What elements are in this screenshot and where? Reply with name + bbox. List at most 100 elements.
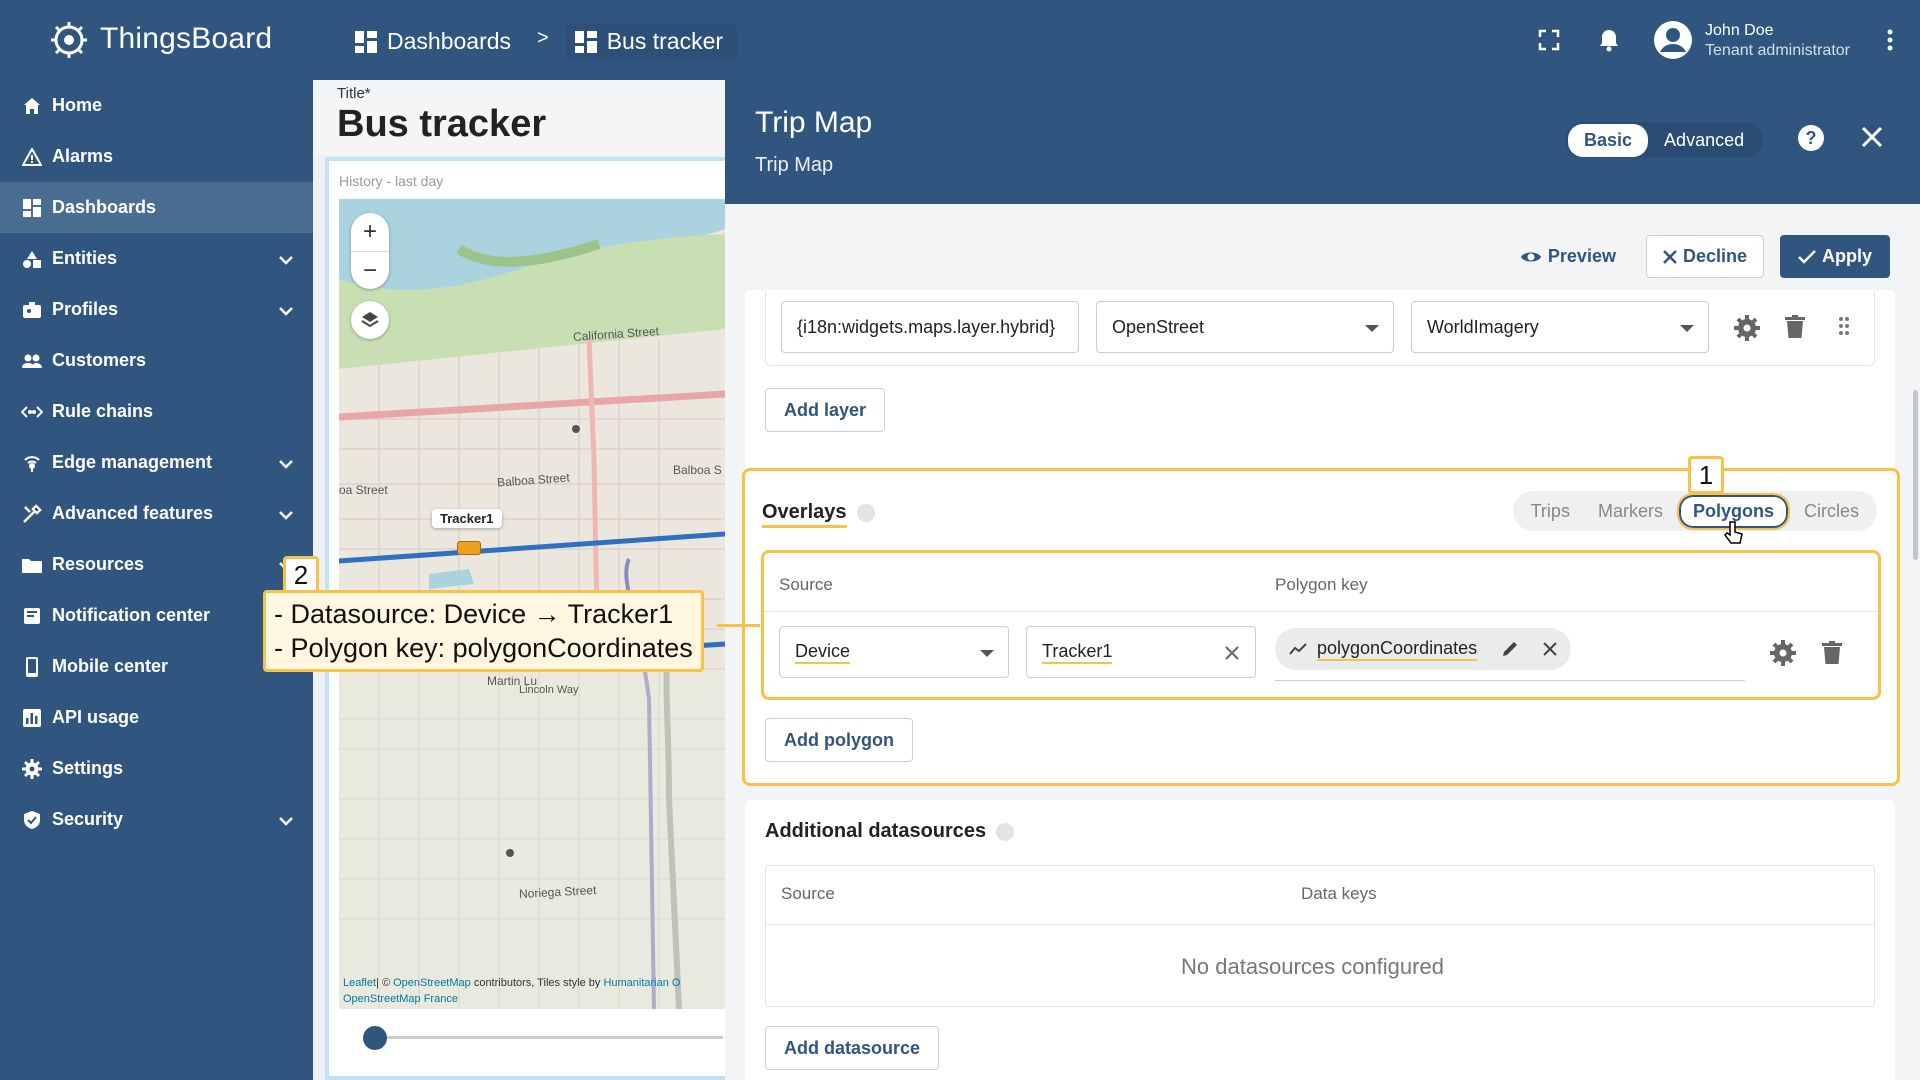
chevron-down-icon[interactable]: [279, 810, 293, 831]
tab-markers[interactable]: Markers: [1584, 495, 1677, 528]
attribution-hum-link[interactable]: Humanitarian O: [603, 977, 680, 989]
breadcrumb: Dashboards > Bus tracker: [355, 24, 738, 59]
close-icon[interactable]: [1861, 126, 1883, 153]
timeline-slider-thumb[interactable]: [363, 1026, 387, 1050]
layer-type-value: WorldImagery: [1427, 316, 1539, 337]
layers-icon[interactable]: [351, 301, 389, 339]
sidebar-item-api-usage[interactable]: API usage: [0, 692, 313, 743]
street-label: oa Street: [339, 483, 388, 497]
shield-icon: [21, 809, 43, 831]
chevron-down-icon[interactable]: [279, 453, 293, 474]
people-icon: [21, 350, 43, 372]
clear-icon[interactable]: [1225, 646, 1239, 660]
account-icon: [1654, 21, 1693, 59]
column-polygon-key: Polygon key: [1275, 575, 1368, 594]
mode-basic-button[interactable]: Basic: [1568, 123, 1649, 157]
decline-button[interactable]: Decline: [1645, 235, 1764, 278]
delete-icon[interactable]: [1822, 641, 1842, 670]
dashboard-preview: Title* Bus tracker History - last day + …: [313, 80, 725, 1080]
preview-button[interactable]: Preview: [1506, 236, 1630, 277]
remove-icon[interactable]: [1543, 642, 1557, 656]
sidebar-item-customers[interactable]: Customers: [0, 335, 313, 386]
tab-trips[interactable]: Trips: [1517, 495, 1584, 528]
overlays-title-text: Overlays: [762, 501, 847, 528]
code-icon: [21, 401, 43, 423]
polygon-key-chip[interactable]: polygonCoordinates: [1275, 628, 1572, 670]
help-icon[interactable]: ?: [1797, 124, 1825, 157]
sidebar-item-alarms[interactable]: Alarms: [0, 131, 313, 182]
info-icon[interactable]: [856, 503, 875, 522]
dashboard-title: Bus tracker: [337, 103, 547, 145]
mode-advanced-button[interactable]: Advanced: [1648, 124, 1760, 157]
sidebar-item-label: Customers: [52, 350, 147, 370]
fullscreen-icon[interactable]: [1519, 10, 1579, 70]
sidebar-item-rule-chains[interactable]: Rule chains: [0, 386, 313, 437]
timeseries-icon: [1289, 643, 1307, 655]
tab-circles[interactable]: Circles: [1790, 495, 1873, 528]
scrollbar[interactable]: [1913, 390, 1918, 560]
phone-icon: [21, 656, 43, 678]
gear-icon[interactable]: [1734, 315, 1760, 346]
sidebar-item-profiles[interactable]: Profiles: [0, 284, 313, 335]
additional-datasources-title-text: Additional datasources: [765, 820, 987, 842]
delete-icon[interactable]: [1785, 315, 1805, 344]
zoom-out-icon[interactable]: −: [351, 251, 389, 289]
cursor-pointer-icon: [1724, 521, 1743, 544]
attribution-osm-link[interactable]: OpenStreetMap: [393, 977, 471, 989]
sidebar-item-advanced-features[interactable]: Advanced features: [0, 488, 313, 539]
step-badge-1: 1: [1688, 456, 1724, 494]
sidebar-item-label: Advanced features: [52, 503, 214, 523]
sidebar-item-label: Security: [52, 809, 124, 829]
close-icon: [1663, 249, 1677, 264]
sidebar-item-label: Edge management: [52, 452, 213, 472]
dashboard-icon: [355, 30, 377, 53]
zoom-in-icon[interactable]: +: [351, 213, 389, 251]
dashboard-title-field[interactable]: Title* Bus tracker: [313, 80, 725, 155]
layer-label-input[interactable]: {i18n:widgets.maps.layer.hybrid}: [781, 301, 1079, 353]
source-type-value: Device: [795, 641, 851, 664]
add-layer-button[interactable]: Add layer: [765, 388, 886, 432]
sidebar-item-security[interactable]: Security: [0, 794, 313, 845]
user-menu[interactable]: John Doe Tenant administrator: [1653, 20, 1850, 60]
chevron-down-icon[interactable]: [279, 249, 293, 270]
sidebar-item-settings[interactable]: Settings: [0, 743, 313, 794]
widget-editor-panel: Trip Map Trip Map Basic Advanced ? Previ…: [725, 80, 1920, 1080]
drag-handle-icon[interactable]: [1838, 316, 1850, 341]
gear-icon[interactable]: [1770, 640, 1796, 671]
source-entity-value: Tracker1: [1042, 641, 1113, 664]
user-name: John Doe: [1705, 22, 1774, 39]
source-type-select[interactable]: Device: [779, 626, 1009, 678]
add-polygon-button[interactable]: Add polygon: [765, 718, 913, 762]
edit-icon[interactable]: [1501, 640, 1519, 658]
breadcrumb-bus-tracker[interactable]: Bus tracker: [564, 24, 738, 59]
sidebar-item-edge-management[interactable]: Edge management: [0, 437, 313, 488]
callout-note: - Datasource: Device → Tracker1 - Polygo…: [263, 590, 704, 672]
breadcrumb-dashboards[interactable]: Dashboards: [355, 28, 511, 55]
sidebar-item-label: Home: [52, 95, 103, 115]
sidebar-item-entities[interactable]: Entities: [0, 233, 313, 284]
add-datasource-button[interactable]: Add datasource: [765, 1026, 940, 1070]
sidebar-item-resources[interactable]: Resources: [0, 539, 313, 590]
chevron-down-icon[interactable]: [279, 300, 293, 321]
chevron-down-icon[interactable]: [279, 504, 293, 525]
sidebar-item-label: Dashboards: [52, 197, 157, 217]
apply-button[interactable]: Apply: [1779, 235, 1890, 278]
more-vert-icon[interactable]: [1860, 10, 1920, 70]
layer-provider-select[interactable]: OpenStreet: [1096, 301, 1394, 353]
attribution-leaflet-link[interactable]: Leaflet: [343, 977, 376, 989]
info-icon[interactable]: [996, 822, 1015, 841]
editor-title: Trip Map: [755, 106, 873, 139]
bell-icon[interactable]: [1579, 10, 1639, 70]
decline-label: Decline: [1682, 246, 1747, 266]
timeline-slider[interactable]: [363, 1026, 723, 1050]
sidebar-item-home[interactable]: Home: [0, 80, 313, 131]
user-role: Tenant administrator: [1705, 42, 1850, 59]
sidebar-item-label: Entities: [52, 248, 118, 268]
bus-marker-icon[interactable]: [457, 541, 481, 555]
attribution-osmfr-link[interactable]: OpenStreetMap France: [343, 993, 458, 1005]
layer-type-select[interactable]: WorldImagery: [1411, 301, 1709, 353]
source-entity-input[interactable]: Tracker1: [1026, 626, 1256, 678]
sidebar-item-dashboards[interactable]: Dashboards: [0, 182, 313, 233]
layer-row: {i18n:widgets.maps.layer.hybrid} OpenStr…: [765, 290, 1875, 366]
logo[interactable]: ThingsBoard: [46, 16, 272, 62]
